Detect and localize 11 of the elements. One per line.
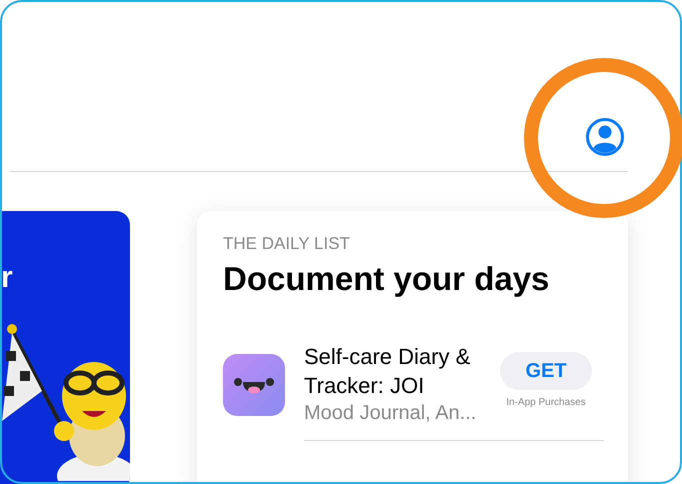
card-eyebrow: THE DAILY LIST — [223, 233, 351, 254]
card-title: Document your days — [223, 259, 550, 300]
account-icon[interactable] — [585, 117, 625, 157]
daily-list-card[interactable]: THE DAILY LIST Document your days Self-care Diary & Tracker: JOI Mood Journal, An... GET In-App Purchases — [197, 211, 628, 484]
featured-card[interactable]: r — [0, 211, 130, 484]
app-subtitle: Mood Journal, An... — [304, 400, 478, 426]
app-icon[interactable] — [223, 354, 285, 416]
app-name: Self-care Diary & Tracker: JOI — [304, 342, 472, 400]
in-app-purchases-note: In-App Purchases — [506, 396, 586, 410]
featured-title: r — [0, 263, 14, 293]
get-button[interactable]: GET — [500, 352, 592, 390]
